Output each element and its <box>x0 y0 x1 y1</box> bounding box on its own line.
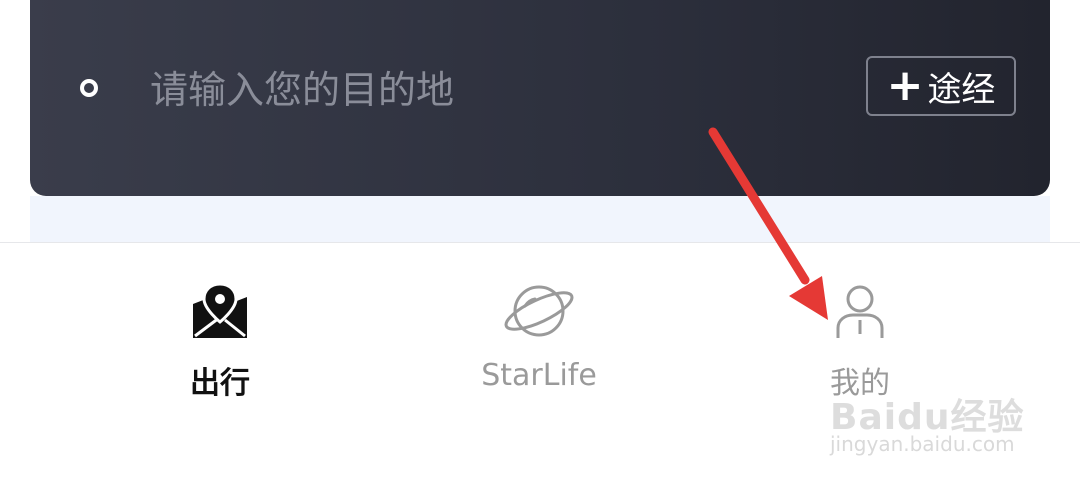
watermark-url: jingyan.baidu.com <box>830 432 1015 456</box>
